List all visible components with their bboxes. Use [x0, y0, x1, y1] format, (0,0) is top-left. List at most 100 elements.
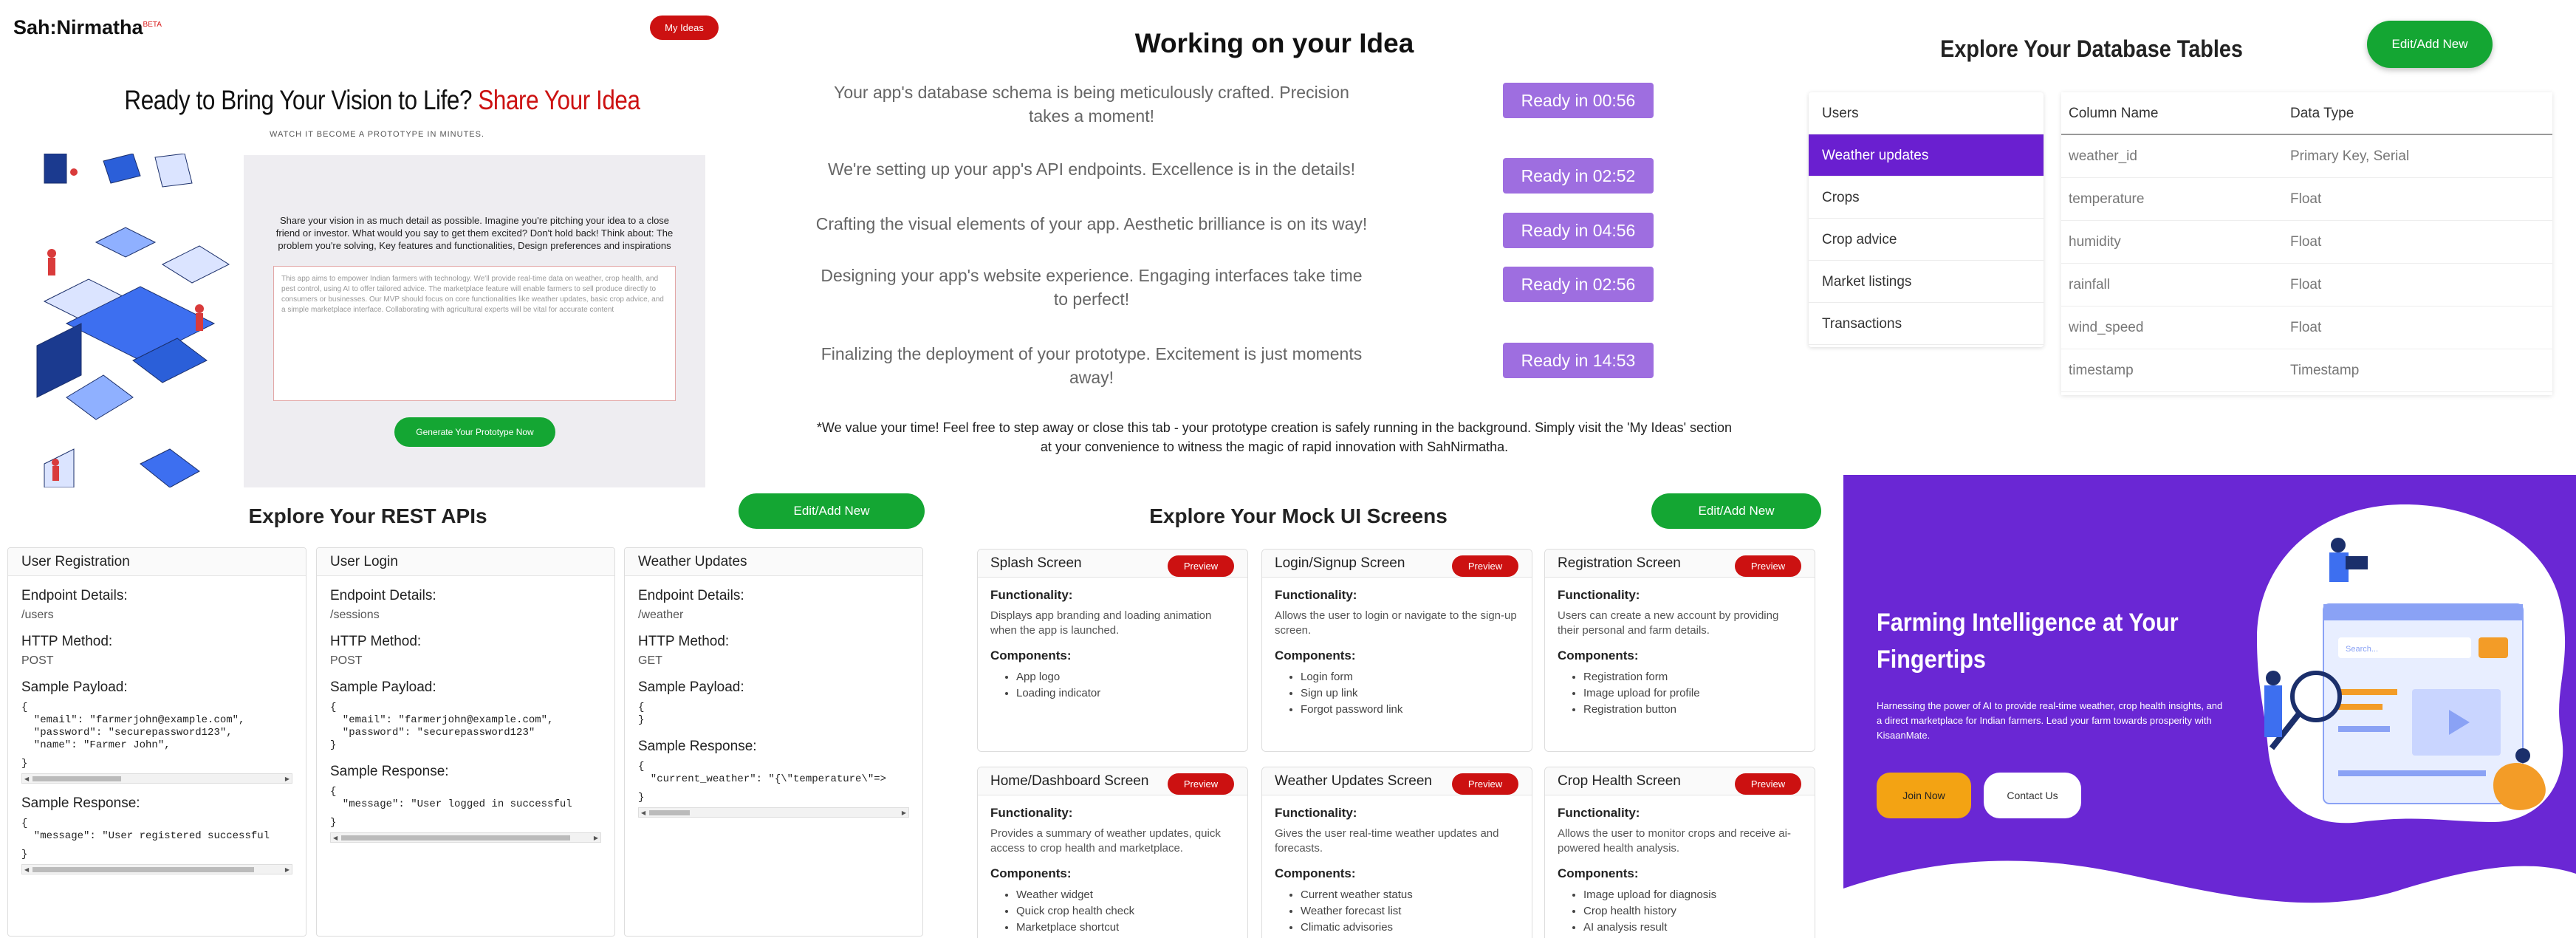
- scroll-left-icon[interactable]: ◀: [24, 774, 29, 784]
- components-label: Components:: [1275, 648, 1356, 663]
- horizontal-scrollbar[interactable]: ◀ ▶: [638, 807, 909, 818]
- step-text: Crafting the visual elements of your app…: [815, 214, 1368, 233]
- preview-button[interactable]: Preview: [1168, 773, 1234, 795]
- ui-screens-panel: Explore Your Mock UI Screens Edit/Add Ne…: [929, 490, 1841, 938]
- join-now-button[interactable]: Join Now: [1877, 773, 1971, 818]
- list-item: Climatic advisories: [1301, 920, 1532, 936]
- list-item: Registration button: [1583, 702, 1815, 718]
- database-panel: Explore Your Database Tables Edit/Add Ne…: [1785, 0, 2576, 406]
- idea-panel: Sah:NirmathaBETA My Ideas Ready to Bring…: [0, 0, 764, 487]
- generate-prototype-button[interactable]: Generate Your Prototype Now: [394, 417, 555, 447]
- payload-label: Sample Payload:: [638, 679, 744, 695]
- screen-card-home-dashboard: Home/Dashboard Screen Preview Functional…: [977, 767, 1248, 938]
- endpoint-value: /sessions: [330, 609, 380, 621]
- hero-title: Farming Intelligence at Your Fingertips: [1877, 609, 2179, 674]
- list-item: Registration form: [1583, 669, 1815, 685]
- screen-card-crop-health: Crop Health Screen Preview Functionality…: [1544, 767, 1815, 938]
- contact-us-button[interactable]: Contact Us: [1984, 773, 2081, 818]
- response-code-end: }: [638, 792, 645, 804]
- functionality-text: Provides a summary of weather updates, q…: [990, 827, 1221, 855]
- api-card-weather-updates: Weather Updates Endpoint Details: /weath…: [624, 547, 923, 937]
- screen-card-registration: Registration Screen Preview Functionalit…: [1544, 549, 1815, 752]
- scroll-right-icon[interactable]: ▶: [285, 865, 290, 874]
- list-item: Crop health history: [1583, 903, 1815, 920]
- idea-textarea[interactable]: This app aims to empower Indian farmers …: [273, 266, 676, 401]
- preview-button[interactable]: Preview: [1735, 773, 1801, 795]
- components-list: Login formSign up linkForgot password li…: [1301, 669, 1532, 718]
- components-list: Registration formImage upload for profil…: [1583, 669, 1815, 718]
- list-item: Image upload for profile: [1583, 685, 1815, 702]
- components-label: Components:: [1275, 866, 1356, 880]
- payload-code: { "email": "farmerjohn@example.com", "pa…: [21, 702, 245, 751]
- components-label: Components:: [990, 648, 1072, 663]
- idea-prompt: Share your vision in as much detail as p…: [275, 215, 674, 251]
- components-label: Components:: [1558, 866, 1639, 880]
- table-header-row: Column Name Data Type: [2061, 92, 2552, 135]
- app-logo[interactable]: Sah:NirmathaBETA: [13, 16, 162, 39]
- page-subheadline: WATCH IT BECOME A PROTOTYPE IN MINUTES.: [270, 130, 485, 139]
- list-item: AI analysis result: [1583, 920, 1815, 936]
- preview-button[interactable]: Preview: [1735, 555, 1801, 577]
- endpoint-label: Endpoint Details:: [21, 588, 128, 603]
- api-name: Weather Updates: [625, 548, 922, 576]
- scroll-left-icon[interactable]: ◀: [24, 865, 29, 874]
- table-item-crops[interactable]: Crops: [1809, 177, 2044, 219]
- list-item: Weather widget: [1016, 887, 1247, 903]
- progress-panel: Working on your Idea Your app's database…: [767, 0, 1782, 487]
- screen-card-splash: Splash Screen Preview Functionality: Dis…: [977, 549, 1248, 752]
- hero-text: Harnessing the power of AI to provide re…: [1877, 700, 2223, 741]
- response-code-end: }: [330, 817, 337, 829]
- list-item: Quick crop health check: [1016, 903, 1247, 920]
- horizontal-scrollbar[interactable]: ◀ ▶: [330, 832, 601, 843]
- column-header: Data Type: [2290, 106, 2354, 121]
- components-list: Image upload for diagnosisCrop health hi…: [1583, 887, 1815, 936]
- preview-button[interactable]: Preview: [1168, 555, 1234, 577]
- edit-add-new-button[interactable]: Edit/Add New: [739, 493, 925, 529]
- list-item: Marketplace shortcut: [1016, 920, 1247, 936]
- table-item-users[interactable]: Users: [1809, 92, 2044, 134]
- endpoint-label: Endpoint Details:: [330, 588, 436, 603]
- payload-code: { }: [638, 702, 645, 726]
- api-name: User Login: [317, 548, 614, 576]
- method-value: POST: [21, 654, 54, 667]
- beta-badge: BETA: [143, 21, 162, 29]
- scroll-left-icon[interactable]: ◀: [333, 833, 338, 843]
- database-title: Explore Your Database Tables: [1940, 35, 2243, 62]
- preview-button[interactable]: Preview: [1452, 773, 1518, 795]
- payload-code-end: }: [21, 758, 28, 770]
- edit-add-new-button[interactable]: Edit/Add New: [1651, 493, 1821, 529]
- horizontal-scrollbar[interactable]: ◀ ▶: [21, 864, 292, 874]
- response-code: { "message": "User logged in successful …: [330, 786, 572, 810]
- column-type: Timestamp: [2290, 363, 2360, 378]
- functionality-label: Functionality:: [1558, 806, 1640, 820]
- endpoint-label: Endpoint Details:: [638, 588, 744, 603]
- ready-badge: Ready in 00:56: [1503, 83, 1654, 118]
- table-item-crop-advice[interactable]: Crop advice: [1809, 219, 2044, 261]
- api-panel: Explore Your REST APIs Edit/Add New User…: [0, 490, 927, 938]
- column-type: Float: [2290, 320, 2322, 335]
- scroll-right-icon[interactable]: ▶: [902, 808, 906, 818]
- functionality-label: Functionality:: [990, 806, 1073, 820]
- scroll-right-icon[interactable]: ▶: [285, 774, 290, 784]
- column-name: timestamp: [2069, 363, 2134, 378]
- endpoint-value: /weather: [638, 609, 684, 621]
- my-ideas-button[interactable]: My Ideas: [650, 16, 719, 40]
- column-name: rainfall: [2069, 277, 2110, 292]
- ready-badge: Ready in 02:56: [1503, 267, 1654, 302]
- api-card-user-registration: User Registration Endpoint Details: /use…: [7, 547, 306, 937]
- edit-add-new-button[interactable]: Edit/Add New: [2367, 21, 2493, 68]
- scroll-right-icon[interactable]: ▶: [594, 833, 598, 843]
- list-item: App logo: [1016, 669, 1247, 685]
- method-value: GET: [638, 654, 662, 667]
- functionality-label: Functionality:: [1275, 806, 1357, 820]
- response-code: { "current_weather": "{\"temperature\"=>…: [638, 761, 887, 785]
- preview-button[interactable]: Preview: [1452, 555, 1518, 577]
- table-item-market-listings[interactable]: Market listings: [1809, 261, 2044, 303]
- column-type: Float: [2290, 234, 2322, 250]
- list-item: Current weather status: [1301, 887, 1532, 903]
- horizontal-scrollbar[interactable]: ◀ ▶: [21, 773, 292, 784]
- table-item-transactions[interactable]: Transactions: [1809, 303, 2044, 345]
- table-list: Users Weather updates Crops Crop advice …: [1809, 92, 2044, 347]
- table-item-weather-updates[interactable]: Weather updates: [1809, 134, 2044, 177]
- scroll-left-icon[interactable]: ◀: [641, 808, 645, 818]
